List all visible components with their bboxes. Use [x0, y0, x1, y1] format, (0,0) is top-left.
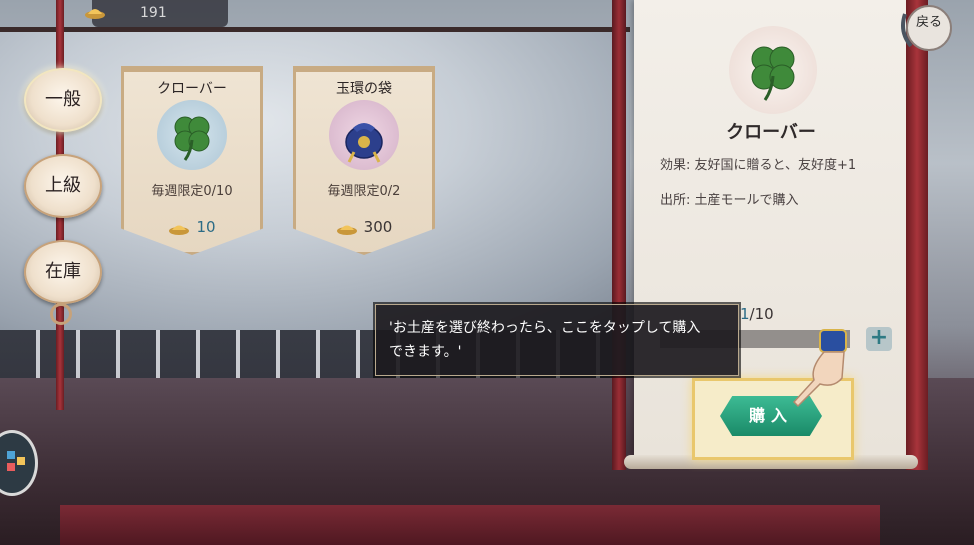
quantity-display: 1/10 — [740, 305, 774, 323]
tab-inventory[interactable]: 在庫 — [24, 240, 102, 304]
tutorial-text: 'お土産を選び終わったら、ここをタップして購入 できます。' — [389, 320, 701, 360]
pillar-right-outer — [906, 0, 928, 470]
svg-text:戻る: 戻る — [916, 15, 942, 30]
item-icon-frame — [157, 100, 227, 170]
gold-ingot-icon — [336, 225, 357, 235]
item-price-value: 10 — [196, 218, 216, 236]
quantity-max: /10 — [749, 305, 774, 323]
weekly-limit: 毎週限定0/2 — [327, 184, 401, 199]
item-price-value: 300 — [363, 218, 393, 236]
menu-icon[interactable] — [0, 430, 38, 496]
gold-ingot-icon — [85, 9, 105, 19]
detail-effect-text: 効果: 友好国に贈ると、友好度+1 — [660, 158, 857, 173]
quantity-current: 1 — [740, 305, 750, 323]
item-price: 10 — [124, 218, 260, 236]
curtain-rod — [0, 27, 630, 32]
item-name: クローバー — [157, 81, 227, 97]
tab-ornament-ring — [50, 303, 72, 325]
tab-advanced[interactable]: 上級 — [24, 154, 102, 218]
detail-source-text: 出所: 土産モールで購入 — [660, 193, 799, 208]
back-icon: 戻る — [901, 5, 952, 51]
back-button[interactable]: 戻る — [897, 2, 957, 60]
currency-amount: 191 — [140, 5, 167, 21]
clover-icon — [174, 116, 210, 161]
jade-ring-bag-icon — [345, 123, 383, 163]
clover-icon — [751, 46, 795, 101]
gold-ingot-icon — [169, 225, 190, 235]
tutorial-hand-icon — [792, 329, 847, 408]
currency-bar: 191 — [85, 0, 228, 27]
item-price: 300 — [296, 218, 432, 236]
background-table — [60, 505, 880, 545]
quantity-plus-button[interactable]: + — [866, 327, 892, 351]
tutorial-dialog: 'お土産を選び終わったら、ここをタップして購入 できます。' — [375, 304, 739, 376]
shop-item-clover[interactable]: クローバー 毎週限定0/10 10 — [121, 66, 263, 255]
tab-general[interactable]: 一般 — [24, 68, 102, 132]
grid-menu-icon — [7, 451, 25, 471]
detail-icon-frame — [729, 26, 817, 114]
detail-item-name: クローバー — [726, 122, 816, 143]
pillar-right — [612, 0, 626, 470]
item-icon-frame — [329, 100, 399, 170]
item-name: 玉環の袋 — [336, 81, 392, 97]
weekly-limit: 毎週限定0/10 — [151, 184, 233, 199]
shop-item-jade-bag[interactable]: 玉環の袋 毎週限定0/2 300 — [293, 66, 435, 255]
